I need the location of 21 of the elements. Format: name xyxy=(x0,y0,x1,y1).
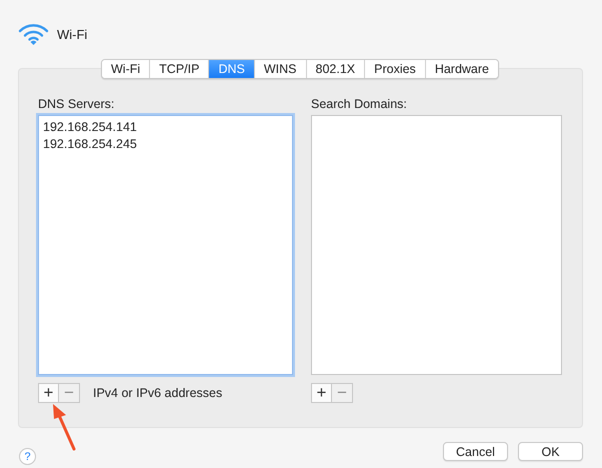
tab[interactable]: TCP/IP xyxy=(149,60,208,78)
hint-text: IPv4 or IPv6 addresses xyxy=(93,386,222,400)
list-label: Search Domains: xyxy=(311,97,408,111)
help-button[interactable]: ? xyxy=(19,448,36,465)
add-button[interactable]: + xyxy=(38,383,59,403)
window-title: Wi-Fi xyxy=(57,26,88,42)
tab[interactable]: Proxies xyxy=(364,60,425,78)
tab[interactable]: WINS xyxy=(254,60,306,78)
server-entry[interactable]: 192.168.254.245 xyxy=(43,136,288,153)
list-box[interactable]: 192.168.254.141 192.168.254.245 xyxy=(38,115,293,375)
dialog-button[interactable]: OK xyxy=(518,442,583,461)
list-box[interactable] xyxy=(311,115,562,375)
server-entry[interactable]: 192.168.254.141 xyxy=(43,119,288,136)
tab[interactable]: Wi-Fi xyxy=(102,60,150,78)
dialog-button[interactable]: Cancel xyxy=(443,442,508,461)
tab[interactable]: Hardware xyxy=(424,60,498,78)
add-button[interactable]: + xyxy=(311,383,332,403)
wifi-icon xyxy=(18,23,49,45)
list-label: DNS Servers: xyxy=(38,97,116,111)
annotation-arrow xyxy=(50,403,76,451)
tab[interactable]: 802.1X xyxy=(306,60,364,78)
